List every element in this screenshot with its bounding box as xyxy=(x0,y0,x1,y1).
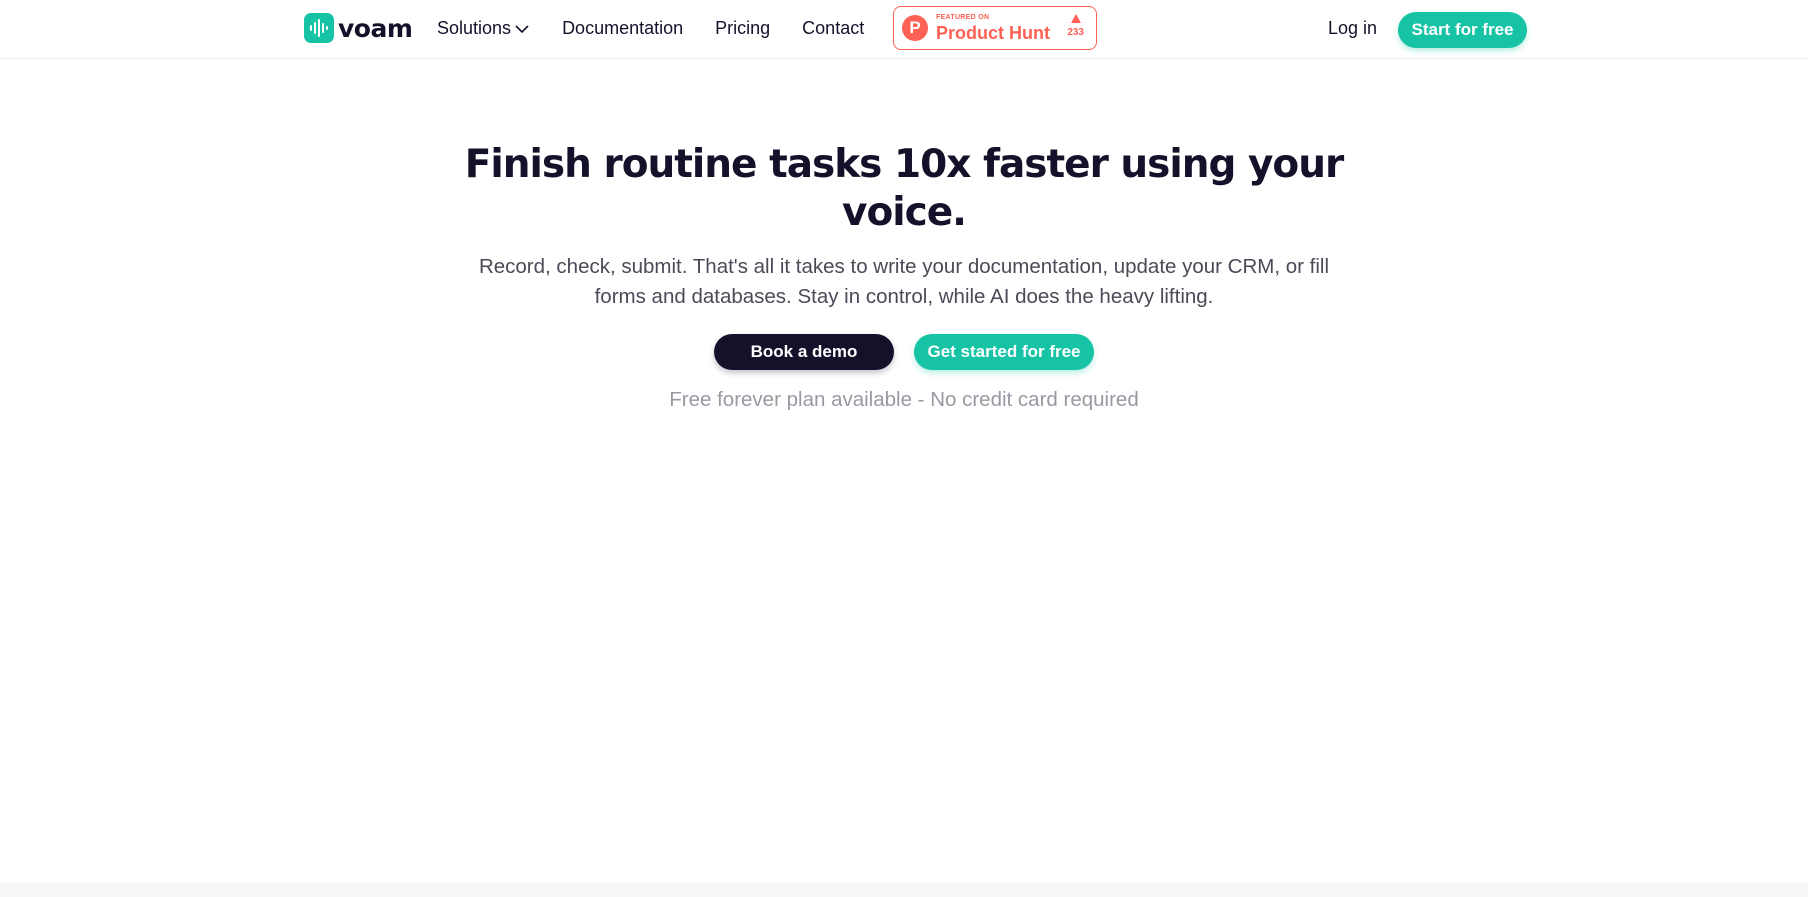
chevron-down-icon xyxy=(515,24,529,33)
upvote-arrow-icon xyxy=(1070,14,1081,23)
book-demo-button[interactable]: Book a demo xyxy=(714,334,894,370)
sound-wave-icon xyxy=(304,13,334,43)
next-section-edge xyxy=(0,883,1808,897)
nav-item-solutions[interactable]: Solutions xyxy=(437,18,530,39)
product-hunt-icon: P xyxy=(902,15,928,41)
product-hunt-name: Product Hunt xyxy=(936,23,1050,43)
product-hunt-text: FEATURED ON Product Hunt xyxy=(936,14,1050,42)
start-for-free-button[interactable]: Start for free xyxy=(1398,12,1527,48)
product-hunt-votes: 233 xyxy=(1067,14,1084,38)
site-header: voam Solutions Documentation Pricing Con… xyxy=(0,0,1808,59)
product-hunt-vote-count: 233 xyxy=(1067,27,1084,38)
free-plan-note: Free forever plan available - No credit … xyxy=(669,388,1139,411)
nav-item-pricing[interactable]: Pricing xyxy=(715,18,770,39)
hero-title: Finish routine tasks 10x faster using yo… xyxy=(464,142,1344,235)
main-nav: Solutions Documentation Pricing Contact xyxy=(437,0,864,57)
logo-text: voam xyxy=(338,13,413,43)
logo-link[interactable]: voam xyxy=(304,13,413,43)
login-link[interactable]: Log in xyxy=(1328,18,1377,39)
nav-item-documentation[interactable]: Documentation xyxy=(562,18,683,39)
get-started-button[interactable]: Get started for free xyxy=(914,334,1094,370)
nav-item-contact[interactable]: Contact xyxy=(802,18,864,39)
hero-subtitle: Record, check, submit. That's all it tak… xyxy=(478,255,1330,308)
page: voam Solutions Documentation Pricing Con… xyxy=(0,0,1808,897)
product-hunt-badge[interactable]: P FEATURED ON Product Hunt 233 xyxy=(893,6,1097,50)
nav-item-label: Solutions xyxy=(437,18,512,38)
product-hunt-featured-label: FEATURED ON xyxy=(936,14,990,21)
